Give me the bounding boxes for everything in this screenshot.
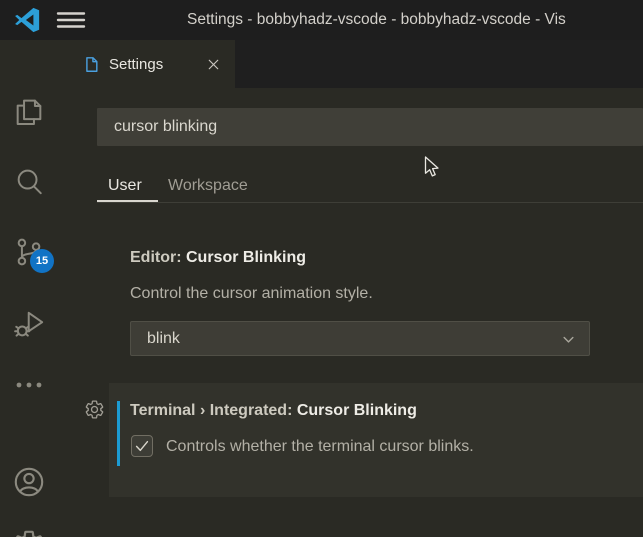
settings-search-input[interactable] (97, 108, 643, 146)
mouse-pointer-icon (424, 156, 439, 177)
tab-user[interactable]: User (108, 172, 142, 200)
settings-file-icon (86, 56, 98, 72)
window-title: Settings - bobbyhadz-vscode - bobbyhadz-… (187, 11, 566, 28)
setting-focus-indicator (117, 401, 120, 466)
menu-hamburger-icon[interactable] (56, 10, 86, 30)
setting-category: Editor: (130, 249, 186, 266)
setting-title-editor-cursor-blinking: Editor: Cursor Blinking (130, 249, 306, 267)
run-debug-icon[interactable] (12, 306, 46, 340)
scope-tabs-separator (97, 202, 643, 203)
editor-tab-bar: Settings (58, 40, 643, 88)
chevron-down-icon (563, 336, 574, 343)
tab-label: Settings (109, 55, 164, 73)
terminal-cursor-blinking-checkbox[interactable] (131, 435, 153, 457)
tab-settings[interactable]: Settings (58, 40, 235, 88)
tab-workspace[interactable]: Workspace (168, 172, 248, 200)
close-icon[interactable] (205, 56, 222, 73)
source-control-badge: 15 (30, 249, 54, 273)
more-actions-icon[interactable] (12, 376, 46, 394)
account-icon[interactable] (11, 464, 47, 500)
checkmark-icon (135, 440, 149, 452)
setting-label: Cursor Blinking (296, 402, 417, 419)
explorer-icon[interactable] (12, 95, 46, 129)
activity-bar: 15 (0, 40, 58, 537)
title-bar: Settings - bobbyhadz-vscode - bobbyhadz-… (0, 0, 643, 40)
vscode-logo-icon (15, 7, 40, 33)
setting-title-terminal-cursor-blinking: Terminal › Integrated: Cursor Blinking (130, 402, 417, 420)
setting-label: Cursor Blinking (186, 249, 307, 266)
vscode-window: Settings - bobbyhadz-vscode - bobbyhadz-… (0, 0, 643, 537)
setting-description: Control the cursor animation style. (130, 285, 373, 302)
manage-gear-icon[interactable] (10, 528, 48, 537)
cursor-blinking-select[interactable]: blink (130, 321, 590, 356)
active-scope-underline (97, 200, 158, 202)
setting-edit-gear-icon[interactable] (84, 399, 105, 420)
setting-description: Controls whether the terminal cursor bli… (166, 438, 474, 455)
select-value: blink (147, 329, 180, 347)
setting-category: Terminal › Integrated: (130, 402, 297, 419)
search-icon[interactable] (12, 165, 46, 199)
